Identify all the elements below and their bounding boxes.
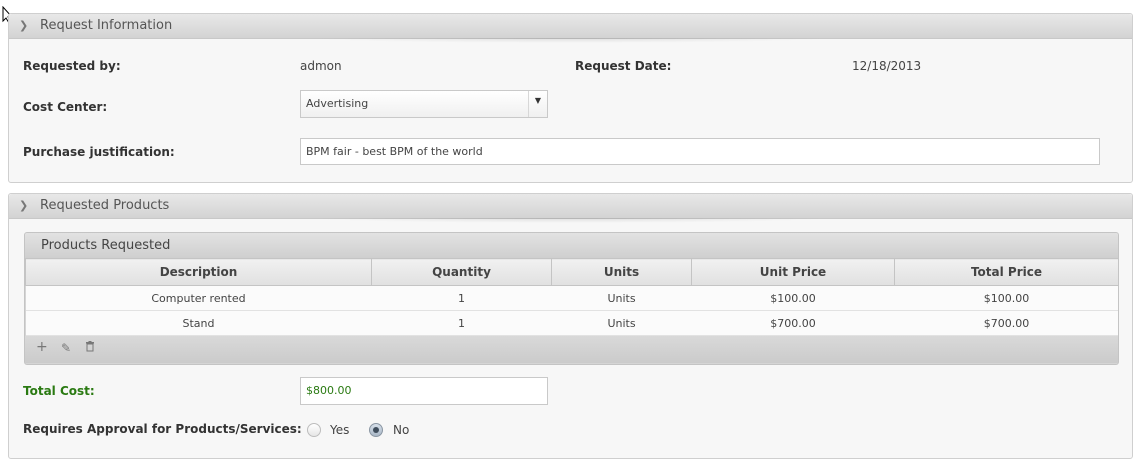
purchase-justification-value: BPM fair - best BPM of the world [306,145,483,158]
cost-center-label: Cost Center: [23,100,108,114]
column-header-unit-price[interactable]: Unit Price [691,258,895,286]
request-information-panel: ❯ Request Information Requested by: admo… [8,13,1133,183]
grid-title: Products Requested [25,233,1118,258]
requested-products-panel: ❯ Requested Products Products Requested … [8,193,1133,459]
cell-units: Units [551,285,692,311]
request-date-label: Request Date: [575,59,672,73]
table-row[interactable]: Stand 1 Units $700.00 $700.00 [25,310,1118,336]
approval-no-radio[interactable] [369,423,383,437]
plus-icon[interactable]: + [36,339,48,355]
cost-center-select[interactable]: Advertising ▼ [300,90,548,118]
panel-title: Requested Products [40,198,170,213]
products-grid: Products Requested Description Quantity … [24,232,1119,365]
approval-yes-label[interactable]: Yes [330,423,349,437]
products-table: Description Quantity Units Unit Price To… [25,258,1118,336]
trash-icon[interactable] [85,341,95,355]
table-header-row: Description Quantity Units Unit Price To… [25,258,1118,286]
requested-by-value: admon [300,59,342,73]
column-header-description[interactable]: Description [25,258,372,286]
chevron-right-icon[interactable]: ❯ [19,14,28,37]
cell-total-price: $700.00 [894,310,1118,336]
request-date-value: 12/18/2013 [852,59,922,73]
panel-title: Request Information [40,18,173,33]
request-information-header[interactable]: ❯ Request Information [9,14,1132,43]
purchase-justification-label: Purchase justification: [23,145,175,159]
column-header-quantity[interactable]: Quantity [371,258,552,286]
approval-yes-radio[interactable] [307,423,321,437]
cell-unit-price: $100.00 [691,285,895,311]
cell-unit-price: $700.00 [691,310,895,336]
chevron-right-icon[interactable]: ❯ [19,194,28,217]
cell-quantity: 1 [371,285,552,311]
cell-total-price: $100.00 [894,285,1118,311]
approval-no-label[interactable]: No [393,423,409,437]
column-header-total-price[interactable]: Total Price [894,258,1118,286]
requires-approval-label: Requires Approval for Products/Services: [23,422,302,436]
requested-by-label: Requested by: [23,59,121,73]
dropdown-arrow-icon[interactable]: ▼ [528,91,547,117]
requested-products-header[interactable]: ❯ Requested Products [9,194,1132,223]
pencil-icon[interactable]: ✎ [61,341,71,355]
purchase-justification-input[interactable]: BPM fair - best BPM of the world [300,138,1100,165]
cell-units: Units [551,310,692,336]
total-cost-value: $800.00 [306,384,352,397]
cell-description: Stand [25,310,372,336]
column-header-units[interactable]: Units [551,258,692,286]
cell-description: Computer rented [25,285,372,311]
table-row[interactable]: Computer rented 1 Units $100.00 $100.00 [25,285,1118,311]
grid-toolbar: + ✎ [25,336,1118,363]
cell-quantity: 1 [371,310,552,336]
total-cost-field: $800.00 [300,377,548,405]
total-cost-label: Total Cost: [23,384,95,398]
cost-center-selected-value: Advertising [306,97,369,110]
